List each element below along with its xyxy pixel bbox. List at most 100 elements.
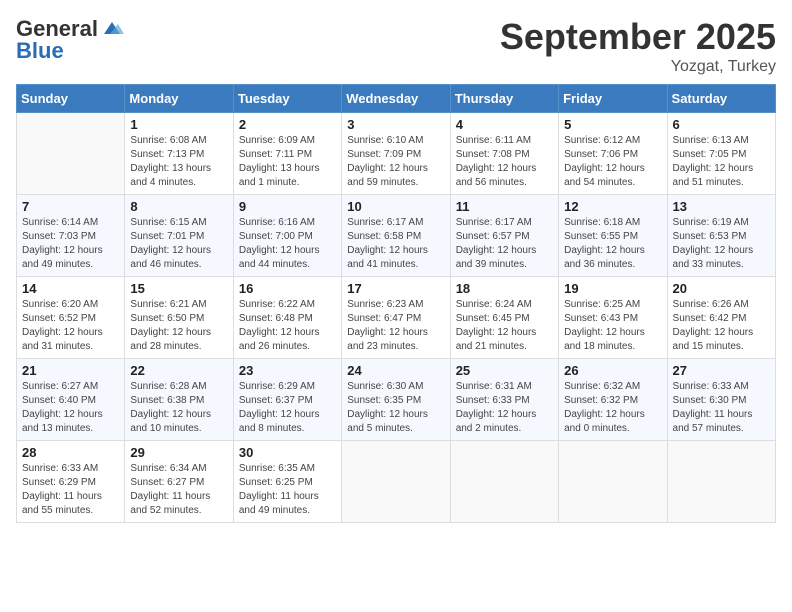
- day-number: 18: [456, 281, 553, 296]
- calendar-cell: [450, 441, 558, 523]
- logo: General Blue: [16, 16, 124, 64]
- calendar-cell: 20 Sunrise: 6:26 AMSunset: 6:42 PMDayligh…: [667, 277, 775, 359]
- day-info: Sunrise: 6:13 AMSunset: 7:05 PMDaylight:…: [673, 134, 770, 190]
- day-number: 3: [347, 117, 444, 132]
- day-info: Sunrise: 6:21 AMSunset: 6:50 PMDaylight:…: [130, 298, 227, 354]
- day-number: 25: [456, 363, 553, 378]
- day-info: Sunrise: 6:32 AMSunset: 6:32 PMDaylight:…: [564, 380, 661, 436]
- weekday-header-friday: Friday: [559, 85, 667, 113]
- calendar-cell: 24 Sunrise: 6:30 AMSunset: 6:35 PMDayligh…: [342, 359, 450, 441]
- weekday-header-sunday: Sunday: [17, 85, 125, 113]
- weekday-header-wednesday: Wednesday: [342, 85, 450, 113]
- day-number: 13: [673, 199, 770, 214]
- day-info: Sunrise: 6:22 AMSunset: 6:48 PMDaylight:…: [239, 298, 336, 354]
- day-info: Sunrise: 6:24 AMSunset: 6:45 PMDaylight:…: [456, 298, 553, 354]
- day-number: 17: [347, 281, 444, 296]
- day-info: Sunrise: 6:16 AMSunset: 7:00 PMDaylight:…: [239, 216, 336, 272]
- day-number: 28: [22, 445, 119, 460]
- calendar-cell: 12Sunrise: 6:18 AMSunset: 6:55 PMDayligh…: [559, 195, 667, 277]
- calendar-cell: 30 Sunrise: 6:35 AMSunset: 6:25 PMDayligh…: [233, 441, 341, 523]
- title-block: September 2025 Yozgat, Turkey: [500, 16, 776, 76]
- calendar-cell: 21 Sunrise: 6:27 AMSunset: 6:40 PMDayligh…: [17, 359, 125, 441]
- calendar-cell: 10 Sunrise: 6:17 AMSunset: 6:58 PMDayligh…: [342, 195, 450, 277]
- day-number: 4: [456, 117, 553, 132]
- calendar-subtitle: Yozgat, Turkey: [500, 58, 776, 76]
- day-info: Sunrise: 6:31 AMSunset: 6:33 PMDaylight:…: [456, 380, 553, 436]
- calendar-cell: 4 Sunrise: 6:11 AMSunset: 7:08 PMDaylight…: [450, 113, 558, 195]
- day-info: Sunrise: 6:28 AMSunset: 6:38 PMDaylight:…: [130, 380, 227, 436]
- calendar-cell: 19Sunrise: 6:25 AMSunset: 6:43 PMDayligh…: [559, 277, 667, 359]
- day-info: Sunrise: 6:27 AMSunset: 6:40 PMDaylight:…: [22, 380, 119, 436]
- day-info: Sunrise: 6:35 AMSunset: 6:25 PMDaylight:…: [239, 462, 336, 518]
- calendar-cell: 5 Sunrise: 6:12 AMSunset: 7:06 PMDaylight…: [559, 113, 667, 195]
- calendar-cell: 29Sunrise: 6:34 AMSunset: 6:27 PMDayligh…: [125, 441, 233, 523]
- calendar-cell: 11Sunrise: 6:17 AMSunset: 6:57 PMDayligh…: [450, 195, 558, 277]
- day-info: Sunrise: 6:30 AMSunset: 6:35 PMDaylight:…: [347, 380, 444, 436]
- calendar-cell: 15 Sunrise: 6:21 AMSunset: 6:50 PMDayligh…: [125, 277, 233, 359]
- calendar-cell: 22 Sunrise: 6:28 AMSunset: 6:38 PMDayligh…: [125, 359, 233, 441]
- logo-icon: [100, 20, 124, 38]
- calendar-cell: 1 Sunrise: 6:08 AMSunset: 7:13 PMDaylight…: [125, 113, 233, 195]
- calendar-cell: 6Sunrise: 6:13 AMSunset: 7:05 PMDaylight…: [667, 113, 775, 195]
- calendar-cell: 7 Sunrise: 6:14 AMSunset: 7:03 PMDaylight…: [17, 195, 125, 277]
- calendar-week-row: 7 Sunrise: 6:14 AMSunset: 7:03 PMDaylight…: [17, 195, 776, 277]
- day-info: Sunrise: 6:33 AMSunset: 6:30 PMDaylight:…: [673, 380, 770, 436]
- day-info: Sunrise: 6:15 AMSunset: 7:01 PMDaylight:…: [130, 216, 227, 272]
- day-number: 21: [22, 363, 119, 378]
- day-info: Sunrise: 6:20 AMSunset: 6:52 PMDaylight:…: [22, 298, 119, 354]
- calendar-cell: 2Sunrise: 6:09 AMSunset: 7:11 PMDaylight…: [233, 113, 341, 195]
- day-number: 22: [130, 363, 227, 378]
- calendar-week-row: 1 Sunrise: 6:08 AMSunset: 7:13 PMDaylight…: [17, 113, 776, 195]
- calendar-cell: 27 Sunrise: 6:33 AMSunset: 6:30 PMDayligh…: [667, 359, 775, 441]
- calendar-cell: [667, 441, 775, 523]
- day-number: 15: [130, 281, 227, 296]
- day-number: 20: [673, 281, 770, 296]
- calendar-cell: 17 Sunrise: 6:23 AMSunset: 6:47 PMDayligh…: [342, 277, 450, 359]
- day-info: Sunrise: 6:23 AMSunset: 6:47 PMDaylight:…: [347, 298, 444, 354]
- day-number: 7: [22, 199, 119, 214]
- calendar-cell: 26 Sunrise: 6:32 AMSunset: 6:32 PMDayligh…: [559, 359, 667, 441]
- day-info: Sunrise: 6:10 AMSunset: 7:09 PMDaylight:…: [347, 134, 444, 190]
- calendar-cell: [559, 441, 667, 523]
- day-number: 5: [564, 117, 661, 132]
- calendar-table: SundayMondayTuesdayWednesdayThursdayFrid…: [16, 84, 776, 523]
- calendar-cell: 23Sunrise: 6:29 AMSunset: 6:37 PMDayligh…: [233, 359, 341, 441]
- day-number: 29: [130, 445, 227, 460]
- calendar-cell: 14 Sunrise: 6:20 AMSunset: 6:52 PMDayligh…: [17, 277, 125, 359]
- day-number: 14: [22, 281, 119, 296]
- day-info: Sunrise: 6:18 AMSunset: 6:55 PMDaylight:…: [564, 216, 661, 272]
- day-number: 24: [347, 363, 444, 378]
- calendar-cell: 13 Sunrise: 6:19 AMSunset: 6:53 PMDayligh…: [667, 195, 775, 277]
- day-info: Sunrise: 6:14 AMSunset: 7:03 PMDaylight:…: [22, 216, 119, 272]
- calendar-cell: [342, 441, 450, 523]
- calendar-cell: 25 Sunrise: 6:31 AMSunset: 6:33 PMDayligh…: [450, 359, 558, 441]
- day-info: Sunrise: 6:12 AMSunset: 7:06 PMDaylight:…: [564, 134, 661, 190]
- day-info: Sunrise: 6:26 AMSunset: 6:42 PMDaylight:…: [673, 298, 770, 354]
- page-header: General Blue September 2025 Yozgat, Turk…: [16, 16, 776, 76]
- weekday-header-thursday: Thursday: [450, 85, 558, 113]
- day-number: 27: [673, 363, 770, 378]
- weekday-header-saturday: Saturday: [667, 85, 775, 113]
- day-number: 1: [130, 117, 227, 132]
- day-number: 26: [564, 363, 661, 378]
- day-info: Sunrise: 6:19 AMSunset: 6:53 PMDaylight:…: [673, 216, 770, 272]
- day-number: 9: [239, 199, 336, 214]
- day-number: 10: [347, 199, 444, 214]
- day-number: 19: [564, 281, 661, 296]
- day-info: Sunrise: 6:11 AMSunset: 7:08 PMDaylight:…: [456, 134, 553, 190]
- calendar-week-row: 21 Sunrise: 6:27 AMSunset: 6:40 PMDayligh…: [17, 359, 776, 441]
- calendar-cell: 16Sunrise: 6:22 AMSunset: 6:48 PMDayligh…: [233, 277, 341, 359]
- day-number: 23: [239, 363, 336, 378]
- calendar-cell: 3 Sunrise: 6:10 AMSunset: 7:09 PMDaylight…: [342, 113, 450, 195]
- calendar-cell: 8Sunrise: 6:15 AMSunset: 7:01 PMDaylight…: [125, 195, 233, 277]
- day-info: Sunrise: 6:08 AMSunset: 7:13 PMDaylight:…: [130, 134, 227, 190]
- calendar-cell: [17, 113, 125, 195]
- calendar-week-row: 14 Sunrise: 6:20 AMSunset: 6:52 PMDayligh…: [17, 277, 776, 359]
- day-info: Sunrise: 6:17 AMSunset: 6:58 PMDaylight:…: [347, 216, 444, 272]
- calendar-header-row: SundayMondayTuesdayWednesdayThursdayFrid…: [17, 85, 776, 113]
- calendar-cell: 28 Sunrise: 6:33 AMSunset: 6:29 PMDayligh…: [17, 441, 125, 523]
- weekday-header-monday: Monday: [125, 85, 233, 113]
- calendar-week-row: 28 Sunrise: 6:33 AMSunset: 6:29 PMDayligh…: [17, 441, 776, 523]
- day-info: Sunrise: 6:33 AMSunset: 6:29 PMDaylight:…: [22, 462, 119, 518]
- day-number: 30: [239, 445, 336, 460]
